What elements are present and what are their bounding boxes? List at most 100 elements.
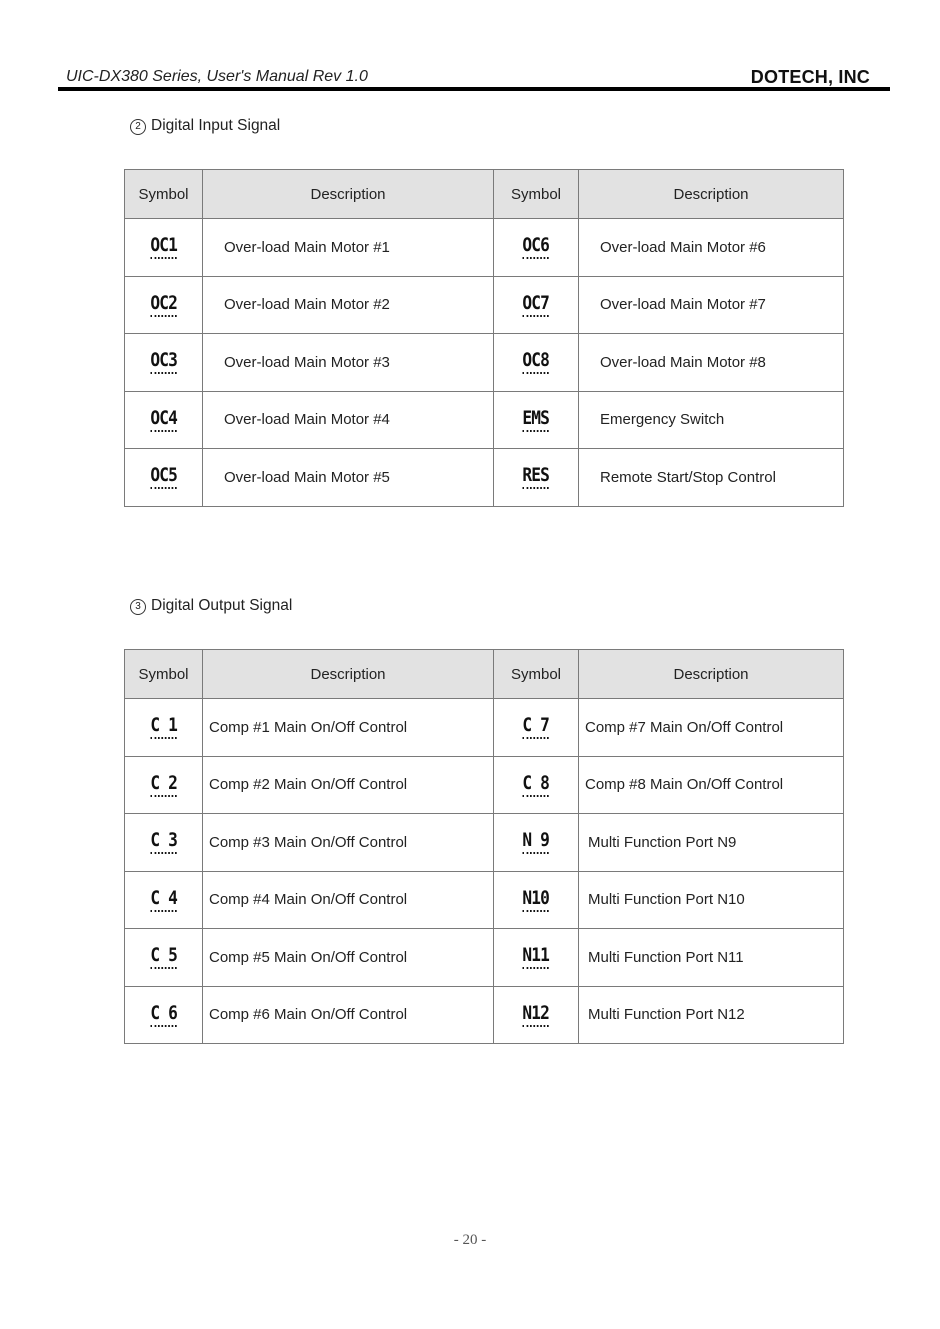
circled-number-icon: 3 [130,599,146,615]
description-cell: Over-load Main Motor #6 [578,218,844,277]
column-header-description: Description [578,169,844,219]
column-header-description: Description [202,169,494,219]
description-cell: Comp #3 Main On/Off Control [202,813,494,872]
signal-description: Multi Function Port N9 [588,833,737,851]
document-title: UIC-DX380 Series, User's Manual Rev 1.0 [66,68,368,85]
table-row: OC2 Over-load Main Motor #2 OC7 Over-load M… [124,275,844,334]
description-cell: Over-load Main Motor #3 [202,333,494,392]
symbol-cell: EMS [493,390,579,449]
description-cell: Comp #7 Main On/Off Control [578,698,844,757]
column-header-description: Description [578,649,844,699]
signal-description: Over-load Main Motor #7 [600,296,766,314]
description-cell: Over-load Main Motor #1 [202,218,494,277]
signal-description: Remote Start/Stop Control [600,468,776,486]
table-row: OC1 Over-load Main Motor #1 OC6 Over-load M… [124,218,844,277]
section-title-text: Digital Input Signal [151,117,281,134]
column-header-symbol: Symbol [493,169,579,219]
lcd-symbol: OC2 [150,293,178,317]
description-cell: Comp #8 Main On/Off Control [578,755,844,814]
symbol-cell: OC2 [124,275,203,334]
symbol-cell: RES [493,448,579,507]
section-title-digital-input: 2 Digital Input Signal [130,117,280,135]
page-number: - 20 - [453,1232,487,1248]
column-header-symbol: Symbol [493,649,579,699]
digital-input-table: Symbol Description Symbol Description OC… [124,169,844,507]
table-row: C 2 Comp #2 Main On/Off Control C 8 Comp #8… [124,755,844,814]
symbol-cell: C 5 [124,928,203,987]
lcd-symbol: C 5 [150,945,178,970]
symbol-cell: OC6 [493,218,579,277]
lcd-symbol: N11 [522,945,550,970]
lcd-symbol: C 2 [150,773,178,797]
description-cell: Multi Function Port N9 [578,813,844,872]
signal-description: Over-load Main Motor #6 [600,238,766,256]
lcd-symbol: OC3 [150,350,178,375]
signal-description: Comp #6 Main On/Off Control [209,1006,408,1024]
symbol-cell: C 3 [124,813,203,872]
signal-description: Multi Function Port N12 [588,1006,745,1024]
symbol-cell: N10 [493,870,579,929]
table-row: C 1 Comp #1 Main On/Off Control C 7 Comp #7… [124,698,844,757]
signal-description: Multi Function Port N10 [588,891,745,909]
description-cell: Remote Start/Stop Control [578,448,844,507]
table-header-row: Symbol Description Symbol Description [124,649,844,699]
lcd-symbol: OC1 [150,235,178,260]
signal-description: Comp #8 Main On/Off Control [585,776,784,794]
table-row: C 5 Comp #5 Main On/Off Control N11 Multi F… [124,928,844,987]
description-cell: Multi Function Port N10 [578,870,844,929]
signal-description: Over-load Main Motor #8 [600,353,766,371]
symbol-cell: OC4 [124,390,203,449]
symbol-cell: OC3 [124,333,203,392]
signal-description: Emergency Switch [600,411,725,429]
lcd-symbol: C 8 [522,773,550,797]
signal-description: Comp #7 Main On/Off Control [585,718,784,736]
page-header: UIC-DX380 Series, User's Manual Rev 1.0 … [58,64,890,92]
lcd-symbol: N10 [522,888,550,912]
signal-description: Over-load Main Motor #5 [224,468,390,486]
description-cell: Multi Function Port N11 [578,928,844,987]
symbol-cell: N11 [493,928,579,987]
symbol-cell: C 8 [493,755,579,814]
table-row: C 6 Comp #6 Main On/Off Control N12 Multi F… [124,985,844,1044]
description-cell: Comp #4 Main On/Off Control [202,870,494,929]
signal-description: Over-load Main Motor #1 [224,238,390,256]
signal-description: Over-load Main Motor #4 [224,411,390,429]
company-name: DOTECH, INC [750,67,870,87]
description-cell: Over-load Main Motor #2 [202,275,494,334]
description-cell: Comp #6 Main On/Off Control [202,985,494,1044]
section-title-digital-output: 3 Digital Output Signal [130,597,292,615]
symbol-cell: OC8 [493,333,579,392]
signal-description: Comp #5 Main On/Off Control [209,948,408,966]
symbol-cell: OC5 [124,448,203,507]
table-row: C 4 Comp #4 Main On/Off Control N10 Multi F… [124,870,844,929]
description-cell: Emergency Switch [578,390,844,449]
description-cell: Multi Function Port N12 [578,985,844,1044]
header-divider [58,87,890,91]
symbol-cell: N 9 [493,813,579,872]
section-title-text: Digital Output Signal [151,597,293,614]
signal-description: Over-load Main Motor #2 [224,296,390,314]
lcd-symbol: C 4 [150,888,178,912]
column-header-description: Description [202,649,494,699]
description-cell: Over-load Main Motor #7 [578,275,844,334]
lcd-symbol: OC5 [150,465,178,490]
lcd-symbol: EMS [522,408,550,432]
lcd-symbol: OC8 [522,350,550,375]
lcd-symbol: N 9 [522,830,550,855]
circled-number-icon: 2 [130,119,146,135]
symbol-cell: C 4 [124,870,203,929]
description-cell: Comp #1 Main On/Off Control [202,698,494,757]
description-cell: Over-load Main Motor #8 [578,333,844,392]
lcd-symbol: C 3 [150,830,178,855]
signal-description: Comp #1 Main On/Off Control [209,718,408,736]
symbol-cell: N12 [493,985,579,1044]
table-row: C 3 Comp #3 Main On/Off Control N 9 Multi F… [124,813,844,872]
lcd-symbol: RES [522,465,550,490]
table-row: OC4 Over-load Main Motor #4 EMS Emergency S… [124,390,844,449]
symbol-cell: C 7 [493,698,579,757]
lcd-symbol: OC6 [522,235,550,260]
symbol-cell: OC1 [124,218,203,277]
table-row: OC5 Over-load Main Motor #5 RES Remote Star… [124,448,844,507]
symbol-cell: C 1 [124,698,203,757]
lcd-symbol: OC4 [150,408,178,432]
